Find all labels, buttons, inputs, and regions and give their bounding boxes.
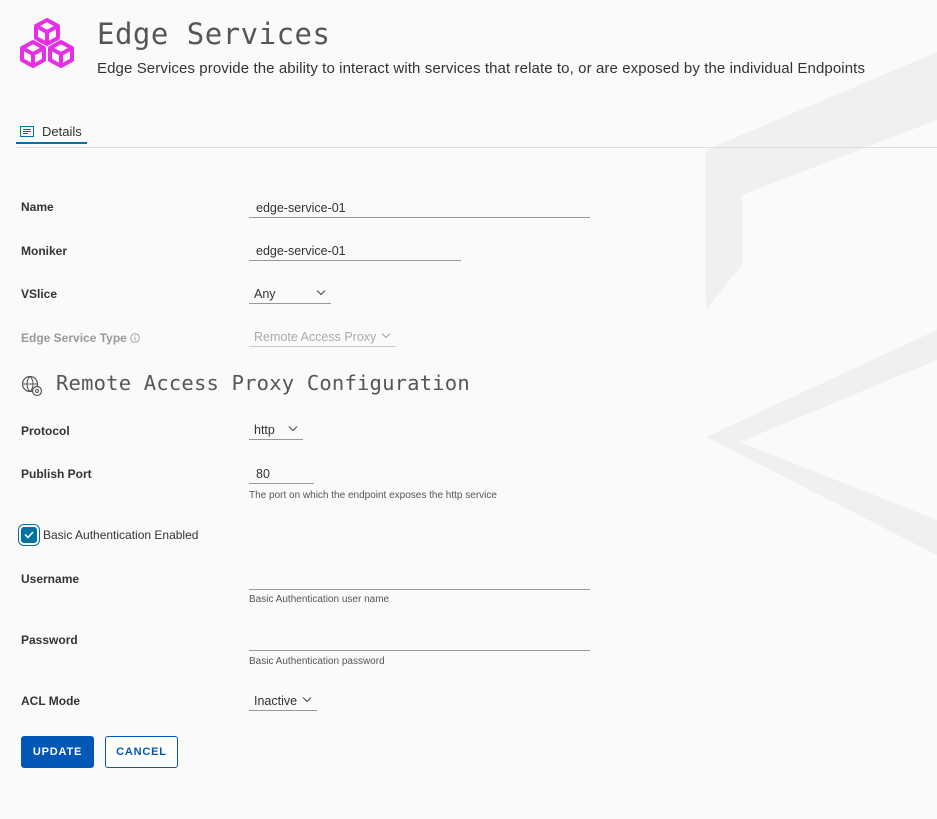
vslice-value: Any <box>254 287 276 301</box>
details-icon <box>20 125 34 137</box>
page-description: Edge Services provide the ability to int… <box>97 60 866 77</box>
tab-label: Details <box>42 123 82 139</box>
password-label: Password <box>21 633 78 647</box>
basic-auth-checkbox[interactable] <box>21 527 37 543</box>
name-label: Name <box>21 200 54 214</box>
info-icon[interactable] <box>130 333 140 343</box>
acl-mode-select[interactable]: Inactive <box>249 692 317 711</box>
username-input[interactable] <box>249 571 590 590</box>
password-input[interactable] <box>249 632 590 651</box>
edge-service-type-label: Edge Service Type <box>21 331 127 345</box>
edge-service-type-select: Remote Access Proxy <box>249 328 396 347</box>
cancel-button[interactable]: CANCEL <box>105 736 178 768</box>
password-helper: Basic Authentication password <box>249 656 385 667</box>
checkmark-icon <box>24 531 34 539</box>
vslice-select[interactable]: Any <box>249 285 331 304</box>
publish-port-label: Publish Port <box>21 467 92 481</box>
basic-auth-label[interactable]: Basic Authentication Enabled <box>43 528 198 542</box>
tab-bar: Details <box>16 120 937 148</box>
chevron-down-icon <box>381 333 391 339</box>
protocol-value: http <box>254 423 275 437</box>
protocol-select[interactable]: http <box>249 421 303 440</box>
edge-service-type-value: Remote Access Proxy <box>254 330 377 344</box>
page-header: Edge Services Edge Services provide the … <box>18 14 865 78</box>
page-title: Edge Services <box>97 17 331 51</box>
chevron-down-icon <box>302 697 312 703</box>
edge-services-cube-icon <box>20 18 74 68</box>
chevron-down-icon <box>288 426 298 432</box>
username-label: Username <box>21 572 80 586</box>
publish-port-helper: The port on which the endpoint exposes t… <box>249 490 497 501</box>
tab-details[interactable]: Details <box>16 120 87 144</box>
network-settings-icon <box>21 375 43 397</box>
protocol-label: Protocol <box>21 424 70 438</box>
username-helper: Basic Authentication user name <box>249 594 390 605</box>
acl-mode-label: ACL Mode <box>21 694 81 708</box>
acl-mode-value: Inactive <box>254 694 298 708</box>
chevron-down-icon <box>316 290 326 296</box>
section-title: Remote Access Proxy Configuration <box>56 371 470 395</box>
moniker-label: Moniker <box>21 244 68 258</box>
vslice-label: VSlice <box>21 287 58 301</box>
publish-port-input[interactable] <box>249 465 314 484</box>
edge-service-type-label-wrap: Edge Service Type <box>21 331 140 345</box>
moniker-input[interactable] <box>249 242 461 261</box>
name-input[interactable] <box>249 199 590 218</box>
update-button[interactable]: UPDATE <box>21 736 94 768</box>
